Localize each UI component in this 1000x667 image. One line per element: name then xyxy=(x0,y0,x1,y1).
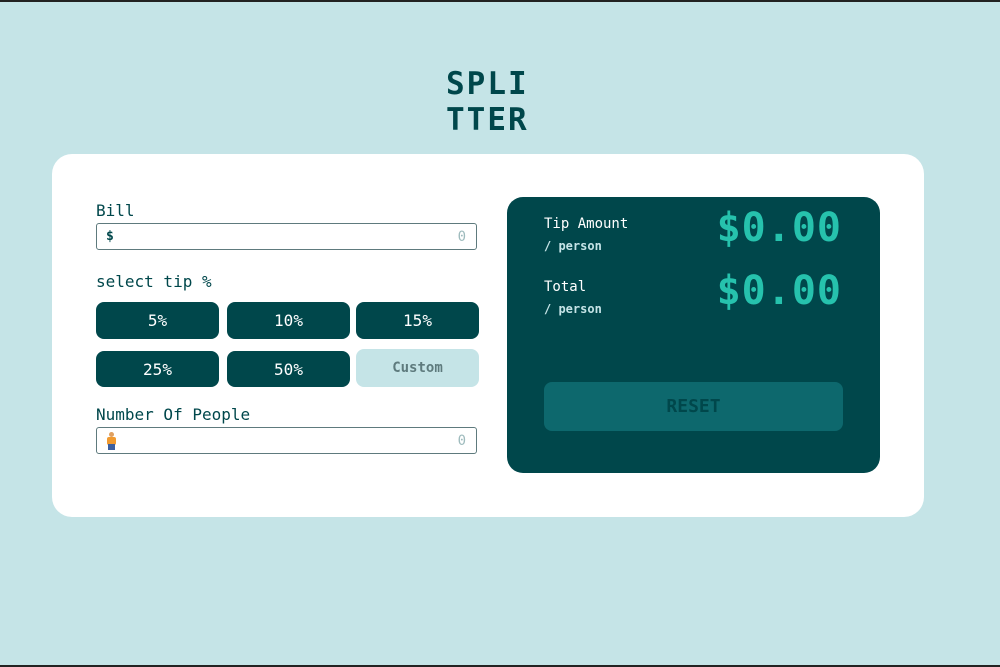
total-label: Total xyxy=(544,279,587,295)
dollar-icon: $ xyxy=(106,229,114,244)
custom-tip-button[interactable]: Custom xyxy=(356,349,479,387)
tip-amount-label: Tip Amount xyxy=(544,216,629,232)
people-label: Number Of People xyxy=(96,405,251,424)
tip-button-5[interactable]: 5% xyxy=(96,302,219,339)
people-input[interactable] xyxy=(116,432,466,449)
tip-button-10[interactable]: 10% xyxy=(227,302,350,339)
people-field[interactable] xyxy=(96,427,477,454)
tip-button-25[interactable]: 25% xyxy=(96,351,219,387)
bill-field[interactable]: $ xyxy=(96,223,477,250)
app-frame: SPLI TTER Bill $ select tip % 5% 10% 15%… xyxy=(0,0,1000,667)
bill-input[interactable] xyxy=(126,228,466,245)
reset-button[interactable]: RESET xyxy=(544,382,843,431)
tip-button-15[interactable]: 15% xyxy=(356,302,479,339)
tip-amount-value: $0.00 xyxy=(716,205,842,251)
result-panel: Tip Amount / person $0.00 Total / person… xyxy=(507,197,880,473)
tip-amount-per-person: / person xyxy=(544,239,602,253)
bill-label: Bill xyxy=(96,201,135,220)
person-icon xyxy=(106,431,116,450)
select-tip-label: select tip % xyxy=(96,272,212,291)
logo-line-2: TTER xyxy=(446,102,529,138)
total-value: $0.00 xyxy=(716,268,842,314)
tip-button-50[interactable]: 50% xyxy=(227,351,350,387)
total-per-person: / person xyxy=(544,302,602,316)
app-logo: SPLI TTER xyxy=(446,66,529,138)
logo-line-1: SPLI xyxy=(446,66,529,102)
